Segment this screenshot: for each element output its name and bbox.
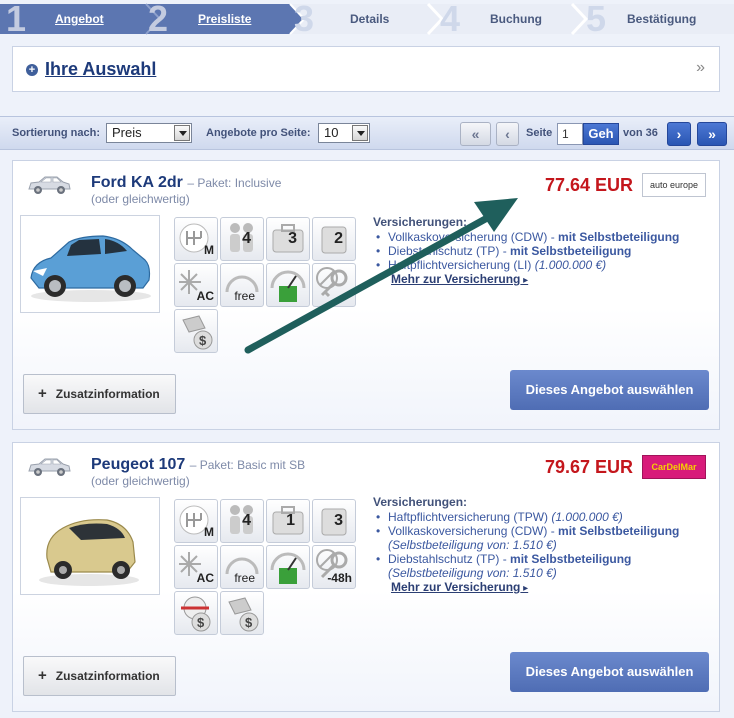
step-5-number: 5 [586,0,607,39]
air-conditioning-icon: AC [174,263,218,307]
selection-title[interactable]: Ihre Auswahl [45,59,156,80]
key-restriction-icon: -48h [312,545,356,589]
sort-value: Preis [112,125,142,140]
insurance-cost-icon: $ [220,591,264,635]
paket-label: – Paket: [187,176,232,190]
plus-circle-icon[interactable]: + [26,64,38,76]
similar-note: (oder gleichwertig) [91,192,190,206]
insurance-item: Diebstahlschutz (TP) - mit Selbstbeteili… [373,552,679,580]
additional-info-label: Zusatzinformation [55,387,160,401]
page-label: Seite [526,127,553,139]
double-chevron-right-icon[interactable]: » [696,59,705,77]
per-page-value: 10 [324,125,339,140]
step-4: 4 Buchung [428,0,572,39]
step-2[interactable]: 2 Preisliste [146,0,292,39]
insurance-item: Vollkaskoversicherung (CDW) - mit Selbst… [373,524,679,552]
additional-info-label: Zusatzinformation [55,669,160,683]
car-category-icon [28,176,71,194]
annotation-arrow-icon [244,198,518,354]
step-2-label[interactable]: Preisliste [198,12,251,26]
insurance-list: Haftpflichtversicherung (TPW) (1.000.000… [373,510,679,580]
prev-page-button[interactable]: ‹ [496,122,519,146]
last-page-button[interactable]: » [697,122,727,146]
car-photo [20,215,160,313]
first-page-button[interactable]: « [460,122,491,146]
insurance-cost-icon: $ [174,309,218,353]
next-page-button[interactable]: › [667,122,691,146]
paket-label: – Paket: [189,458,234,472]
dropdown-arrow-icon[interactable] [174,125,190,141]
insurance-title: Versicherungen: [373,495,468,509]
step-5-label: Bestätigung [627,12,697,26]
step-1-label[interactable]: Angebot [55,12,104,26]
paket-value: Basic mit SB [237,458,306,472]
car-name: Peugeot 107 – Paket: Basic mit SB [91,456,305,474]
car-model: Peugeot 107 [91,456,186,473]
step-4-label: Buchung [490,12,542,26]
step-5: 5 Bestätigung [572,0,734,39]
dropdown-arrow-icon[interactable] [352,125,368,141]
price: 77.64 EUR [544,175,633,195]
price: 79.67 EUR [544,457,633,477]
select-offer-button[interactable]: Dieses Angebot auswählen [510,652,709,692]
passengers-icon: 4 [220,499,264,543]
manual-gear-icon: M [174,217,218,261]
air-conditioning-icon: AC [174,545,218,589]
fuel-policy-icon [266,545,310,589]
select-offer-button[interactable]: Dieses Angebot auswählen [510,370,709,410]
step-3: 3 Details [292,0,428,39]
sort-label: Sortierung nach: [12,127,101,139]
manual-gear-icon: M [174,499,218,543]
plus-icon: + [38,385,47,402]
per-page-label: Angebote pro Seite: [206,127,311,139]
offer-card: Peugeot 107 – Paket: Basic mit SB (oder … [12,442,720,712]
plus-icon: + [38,667,47,684]
step-3-label: Details [350,12,390,26]
sort-paging-toolbar: Sortierung nach: Preis Angebote pro Seit… [0,116,734,150]
car-category-icon [28,458,71,476]
partner-logo: CarDelMar [642,455,706,479]
insurance-item: Haftpflichtversicherung (TPW) (1.000.000… [373,510,679,524]
step-3-number: 3 [294,0,315,39]
per-page-select[interactable]: 10 [318,123,370,143]
free-mileage-icon: free [220,545,264,589]
svg-text:$: $ [197,615,205,630]
car-model: Ford KA 2dr [91,174,183,191]
step-1[interactable]: 1 Angebot [0,0,146,39]
small-luggage-icon: 3 [312,499,356,543]
car-photo [20,497,160,595]
svg-text:$: $ [245,615,253,630]
sort-select[interactable]: Preis [106,123,192,143]
partner-logo: auto europe [642,173,706,197]
large-luggage-icon: 1 [266,499,310,543]
step-2-number: 2 [148,0,169,39]
insurance-more-link[interactable]: Mehr zur Versicherung [391,580,679,594]
go-button[interactable]: Geh [583,123,619,145]
similar-note: (oder gleichwertig) [91,474,190,488]
insurance-block: Versicherungen: Haftpflichtversicherung … [373,495,679,594]
page-total: von 36 [623,127,658,139]
step-1-number: 1 [6,0,27,39]
additional-info-button[interactable]: + Zusatzinformation [23,656,176,696]
fuel-cost-icon: $ [174,591,218,635]
selection-panel[interactable]: + Ihre Auswahl » [12,46,720,92]
additional-info-button[interactable]: + Zusatzinformation [23,374,176,414]
svg-text:$: $ [199,333,207,348]
step-4-number: 4 [440,0,461,39]
page-input[interactable]: 1 [557,123,583,145]
